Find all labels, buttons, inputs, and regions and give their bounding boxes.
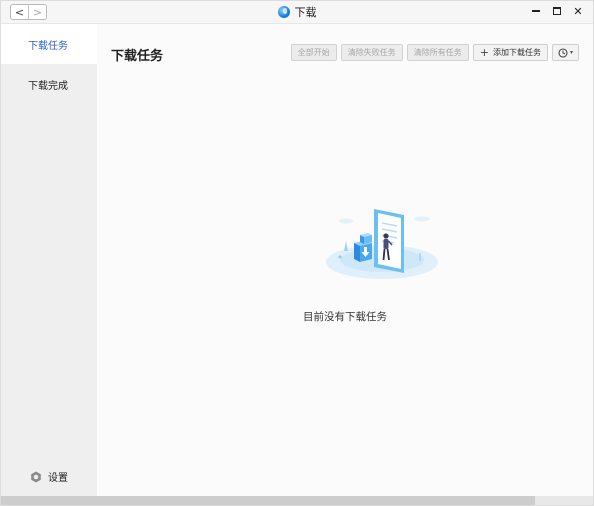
empty-state-message: 目前没有下载任务	[303, 311, 387, 323]
add-task-label: 添加下载任务	[492, 48, 541, 57]
scrollbar-thumb[interactable]	[1, 496, 535, 505]
plus-icon: +	[479, 46, 489, 59]
sidebar-item-downloading[interactable]: 下载任务	[1, 24, 97, 64]
close-icon: ✕	[573, 4, 583, 18]
toolbar: 全部开始 清除失败任务 清除所有任务 + 添加下载任务 ▾	[290, 44, 579, 61]
horizontal-scrollbar[interactable]	[1, 496, 593, 505]
speed-limit-menu-button[interactable]: ▾	[551, 44, 579, 61]
app-logo-icon	[277, 6, 290, 18]
sidebar: 下载任务 下载完成 设置	[1, 24, 97, 496]
clear-failed-button[interactable]: 清除失败任务	[340, 44, 403, 61]
add-task-button[interactable]: + 添加下载任务	[472, 44, 548, 61]
settings-gear-icon	[30, 471, 42, 483]
window-controls: ✕	[530, 4, 584, 18]
clock-icon	[558, 47, 568, 58]
maximize-button[interactable]	[551, 4, 563, 18]
empty-download-illustration	[324, 207, 442, 285]
settings-button[interactable]: 设置	[30, 469, 68, 484]
settings-label: 设置	[48, 473, 68, 484]
title-bar: < > 下载 ✕	[1, 1, 593, 24]
minimize-button[interactable]	[530, 4, 542, 18]
clear-all-button[interactable]: 清除所有任务	[406, 44, 469, 61]
sidebar-item-label: 下载任务	[28, 40, 68, 52]
sidebar-item-label: 下载完成	[28, 80, 68, 92]
chevron-down-icon: ▾	[569, 49, 573, 56]
sidebar-item-completed[interactable]: 下载完成	[1, 64, 97, 104]
window-title-area: 下载	[1, 4, 593, 20]
download-window: < > 下载 ✕ 下载任务 下载完成 设置 下载任务 全部开始 清除失败任务 清…	[0, 0, 594, 506]
close-button[interactable]: ✕	[572, 4, 584, 18]
start-all-button[interactable]: 全部开始	[290, 44, 337, 61]
main-content: 下载任务 全部开始 清除失败任务 清除所有任务 + 添加下载任务 ▾ 目前没有下…	[97, 24, 593, 496]
page-title: 下载任务	[111, 49, 164, 64]
window-title: 下载	[294, 6, 317, 19]
